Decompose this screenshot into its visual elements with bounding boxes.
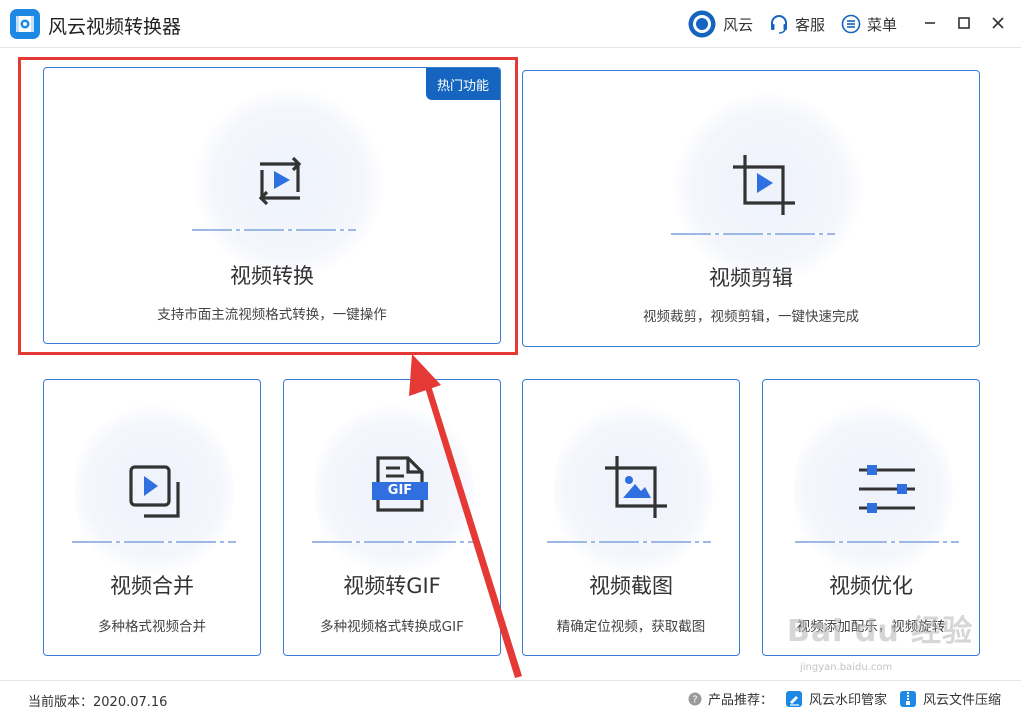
title-bar-actions: 风云 客服 菜单: [687, 0, 1021, 48]
brand-label: 风云: [722, 15, 753, 34]
sliders-icon: [857, 464, 917, 518]
card-description: 多种格式视频合并: [98, 619, 206, 635]
card-title: 视频截图: [589, 574, 673, 598]
card-description: 多种视频格式转换成GIF: [320, 619, 464, 635]
card-description: 精确定位视频，获取截图: [556, 619, 706, 635]
menu-label: 菜单: [866, 15, 897, 34]
close-icon: [991, 15, 1005, 34]
divider-line: [547, 541, 711, 543]
divider-line: [192, 229, 356, 231]
product-recommendations: ? 产品推荐： 风云水印管家 风云文件压缩: [676, 689, 1001, 708]
card-title: 视频优化: [829, 574, 913, 598]
divider-line: [72, 541, 236, 543]
gif-label: GIF: [387, 483, 413, 498]
service-label: 客服: [794, 15, 825, 34]
version-info: 当前版本：2020.07.16: [28, 691, 167, 710]
svg-text:?: ?: [692, 694, 697, 705]
card-title: 视频剪辑: [709, 266, 793, 290]
menu-button[interactable]: 菜单: [841, 14, 897, 35]
help-circle-icon: ?: [688, 692, 702, 706]
gif-file-icon: GIF: [370, 454, 430, 518]
version-number: 2020.07.16: [93, 695, 168, 710]
card-video-merge[interactable]: 视频合并 多种格式视频合并: [43, 379, 261, 656]
merge-icon: [128, 464, 184, 524]
card-title: 视频转换: [230, 264, 314, 288]
product-compress-link[interactable]: 风云文件压缩: [899, 689, 1001, 708]
card-description: 视频裁剪，视频剪辑，一键快速完成: [643, 309, 859, 325]
card-video-edit[interactable]: 视频剪辑 视频裁剪，视频剪辑，一键快速完成: [522, 70, 980, 347]
watermark-app-icon: [785, 690, 803, 708]
brand-logo-icon: [687, 9, 717, 39]
maximize-icon: [957, 15, 971, 34]
close-button[interactable]: [981, 0, 1015, 48]
product-watermark-link[interactable]: 风云水印管家: [785, 689, 887, 708]
card-video-optimize[interactable]: 视频优化 视频添加配乐，视频旋转: [762, 379, 980, 656]
brand-button[interactable]: 风云: [687, 9, 753, 39]
card-description: 视频添加配乐，视频旋转: [796, 619, 946, 635]
menu-list-icon: [841, 14, 861, 34]
customer-service-button[interactable]: 客服: [769, 14, 825, 35]
recommend-help[interactable]: ? 产品推荐：: [688, 689, 773, 708]
maximize-button[interactable]: [947, 0, 981, 48]
divider-line: [671, 233, 835, 235]
status-bar: 当前版本：2020.07.16 ? 产品推荐： 风云水印管家 风云文件压缩: [0, 680, 1021, 714]
app-window: 风云视频转换器 风云 客服 菜单 热门功能 视频转换 支持市面主流视频格式转换，…: [0, 0, 1021, 714]
product1-label: 风云水印管家: [808, 693, 887, 708]
title-bar: 风云视频转换器 风云 客服 菜单: [0, 0, 1021, 48]
divider-line: [312, 541, 476, 543]
divider-line: [795, 541, 959, 543]
app-title: 风云视频转换器: [48, 16, 182, 38]
recommend-label: 产品推荐：: [707, 693, 773, 708]
version-label: 当前版本：: [28, 695, 94, 710]
headset-icon: [769, 14, 789, 34]
card-description: 支持市面主流视频格式转换，一键操作: [157, 307, 387, 323]
card-title: 视频合并: [110, 574, 194, 598]
convert-icon: [252, 152, 308, 212]
card-video-convert[interactable]: 热门功能 视频转换 支持市面主流视频格式转换，一键操作: [43, 67, 501, 344]
card-video-gif[interactable]: GIF 视频转GIF 多种视频格式转换成GIF: [283, 379, 501, 656]
minimize-icon: [923, 15, 937, 34]
crop-image-icon: [603, 456, 669, 522]
card-video-screenshot[interactable]: 视频截图 精确定位视频，获取截图: [522, 379, 740, 656]
card-title: 视频转GIF: [343, 574, 441, 598]
hot-feature-badge: 热门功能: [426, 68, 500, 100]
watermark-url: jingyan.baidu.com: [800, 662, 893, 673]
app-logo-icon: [10, 9, 40, 39]
minimize-button[interactable]: [913, 0, 947, 48]
compress-app-icon: [899, 690, 917, 708]
product2-label: 风云文件压缩: [922, 693, 1001, 708]
crop-icon: [731, 155, 797, 219]
